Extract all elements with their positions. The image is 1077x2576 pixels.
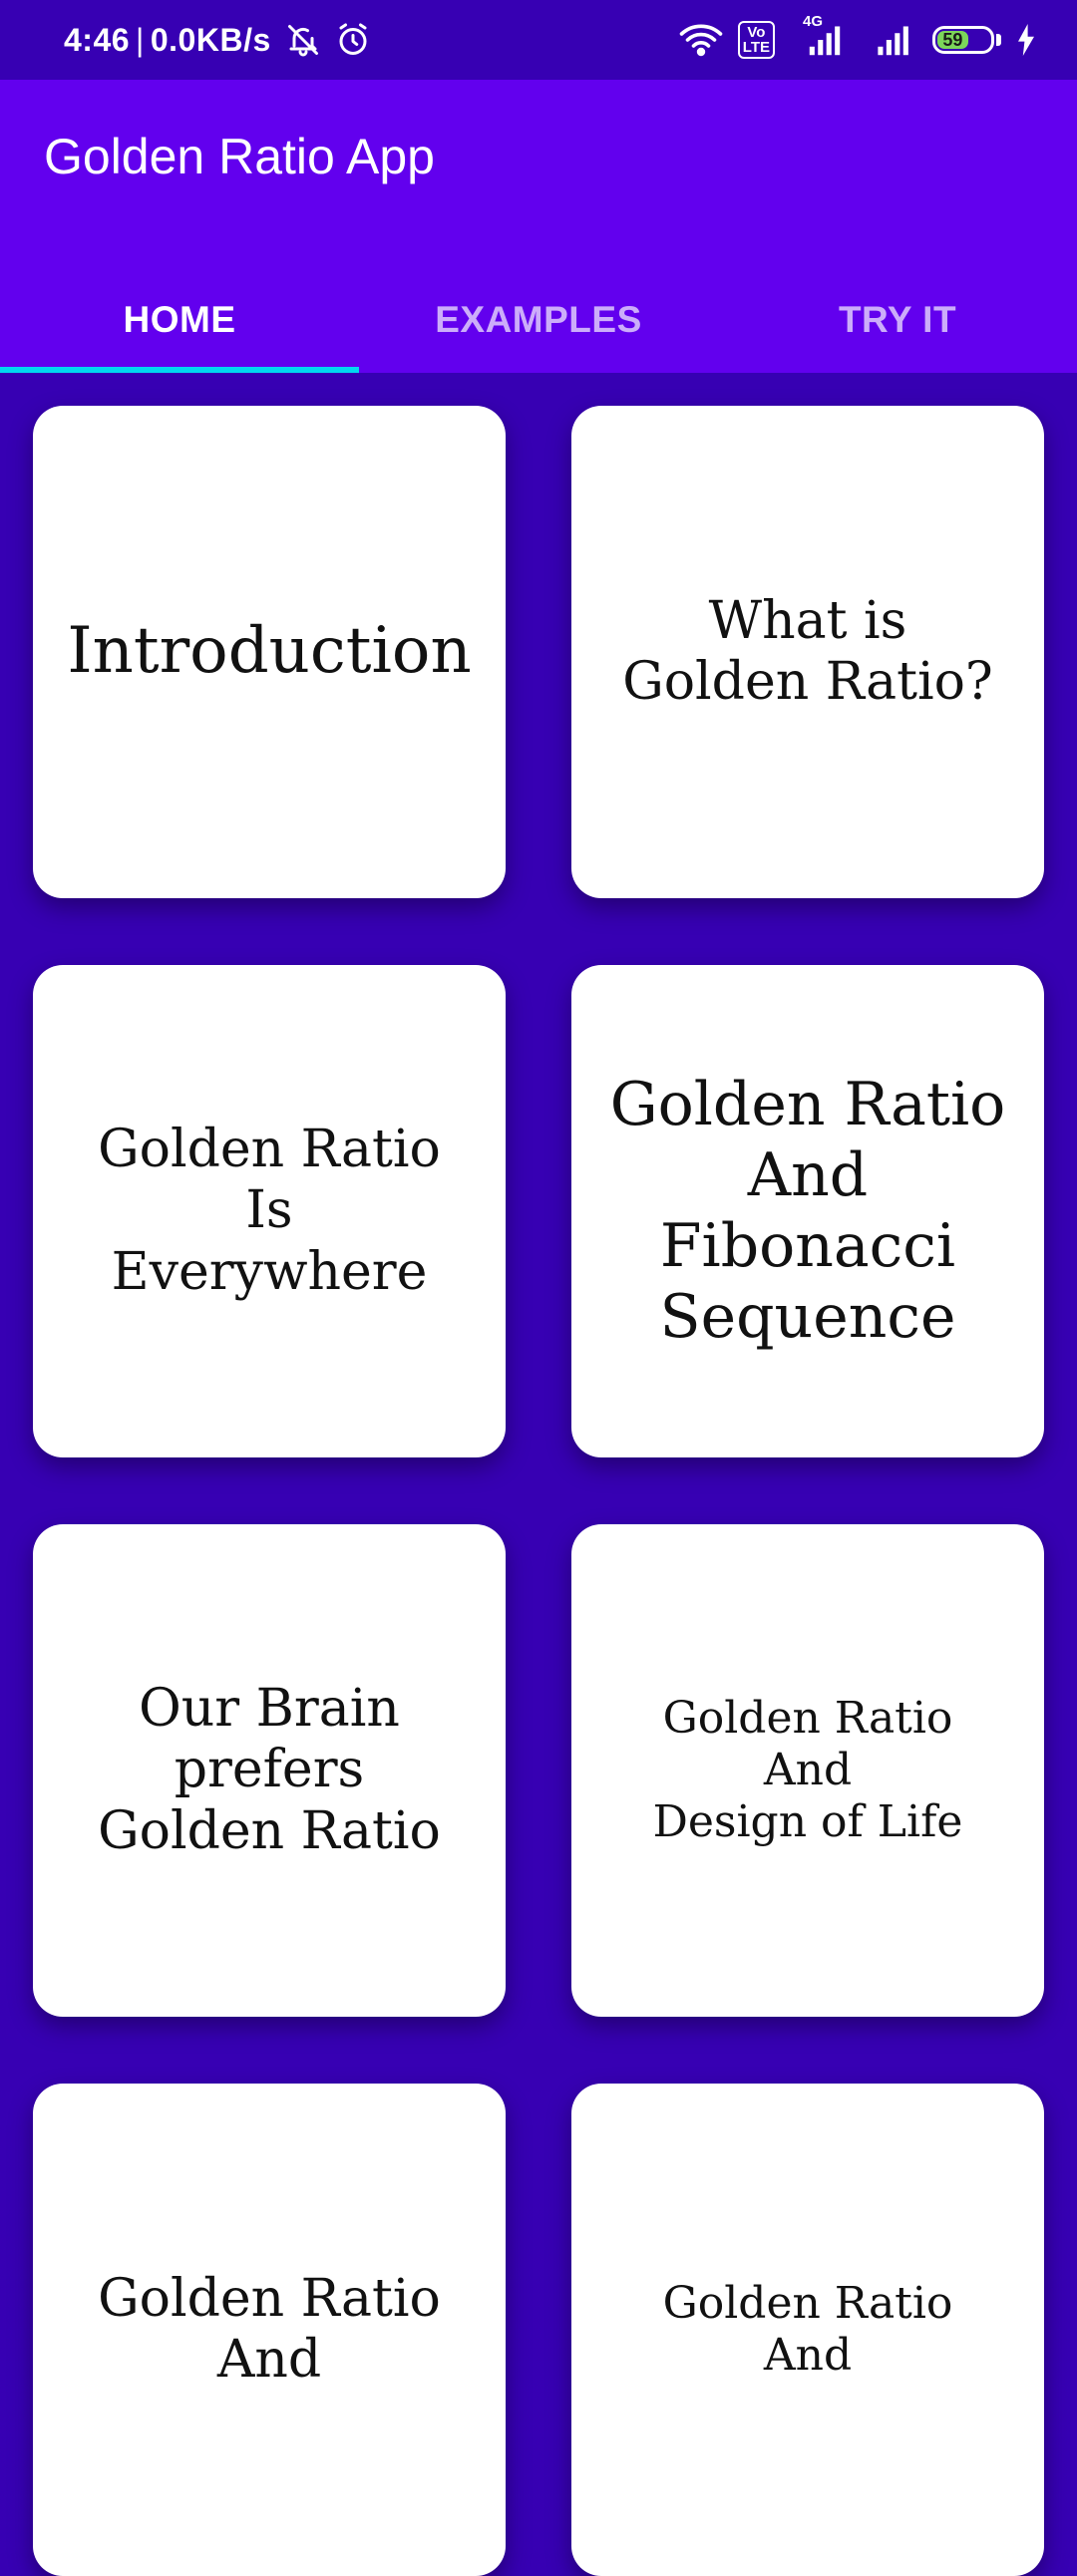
tab-bar: HOME EXAMPLES TRY IT [0,273,1077,373]
battery-icon: 59 [932,26,1001,54]
card-golden-ratio-and-7[interactable]: Golden Ratio And [33,2084,506,2576]
tab-home[interactable]: HOME [0,273,359,373]
card-title: Golden Ratio And [98,2268,441,2390]
status-left: 4:46 | 0.0KB/s [64,22,371,59]
status-separator: | [136,21,145,58]
card-brain-prefers-golden-ratio[interactable]: Our Brain prefers Golden Ratio [33,1524,506,2017]
card-title: What is Golden Ratio? [622,590,993,712]
topics-grid: Introduction What is Golden Ratio? Golde… [33,406,1044,2576]
card-title: Golden Ratio And [662,2278,953,2381]
alarm-icon [335,22,371,58]
status-bar: 4:46 | 0.0KB/s Vo LTE 4G 59 [0,0,1077,80]
app-bar: Golden Ratio App HOME EXAMPLES TRY IT [0,80,1077,373]
volte-line2: LTE [742,39,770,56]
card-what-is-golden-ratio[interactable]: What is Golden Ratio? [571,406,1044,898]
battery-body: 59 [932,26,994,54]
tab-home-label: HOME [123,299,236,340]
card-title: Golden Ratio Is Everywhere [98,1119,441,1302]
card-golden-ratio-fibonacci[interactable]: Golden Ratio And Fibonacci Sequence [571,965,1044,1457]
tab-examples[interactable]: EXAMPLES [359,273,718,373]
volte-line1: Vo [747,24,766,41]
tab-examples-label: EXAMPLES [435,299,642,340]
volte-icon: Vo LTE [737,21,775,59]
charging-icon [1015,24,1037,56]
card-title: Golden Ratio And Design of Life [652,1693,963,1847]
app-title: Golden Ratio App [44,129,435,184]
battery-level: 59 [937,30,968,50]
network-type-label: 4G [803,13,824,30]
card-golden-ratio-design-of-life[interactable]: Golden Ratio And Design of Life [571,1524,1044,2017]
notifications-muted-icon [285,22,321,58]
card-title: Introduction [67,614,472,689]
card-title: Golden Ratio And Fibonacci Sequence [609,1070,1006,1352]
network-speed: 0.0KB/s [150,21,271,58]
wifi-icon [678,22,724,58]
tab-indicator [0,367,359,373]
battery-tip [996,34,1001,46]
card-title: Our Brain prefers Golden Ratio [98,1678,441,1861]
status-right: Vo LTE 4G 59 [664,13,1037,59]
tab-try-it-label: TRY IT [838,299,957,340]
status-time: 4:46 [64,21,131,58]
card-golden-ratio-everywhere[interactable]: Golden Ratio Is Everywhere [33,965,506,1457]
signal-4g-icon: 4G [803,13,847,57]
card-introduction[interactable]: Introduction [33,406,506,898]
tab-try-it[interactable]: TRY IT [718,273,1077,373]
signal-icon [875,23,918,57]
card-golden-ratio-and-8[interactable]: Golden Ratio And [571,2084,1044,2576]
